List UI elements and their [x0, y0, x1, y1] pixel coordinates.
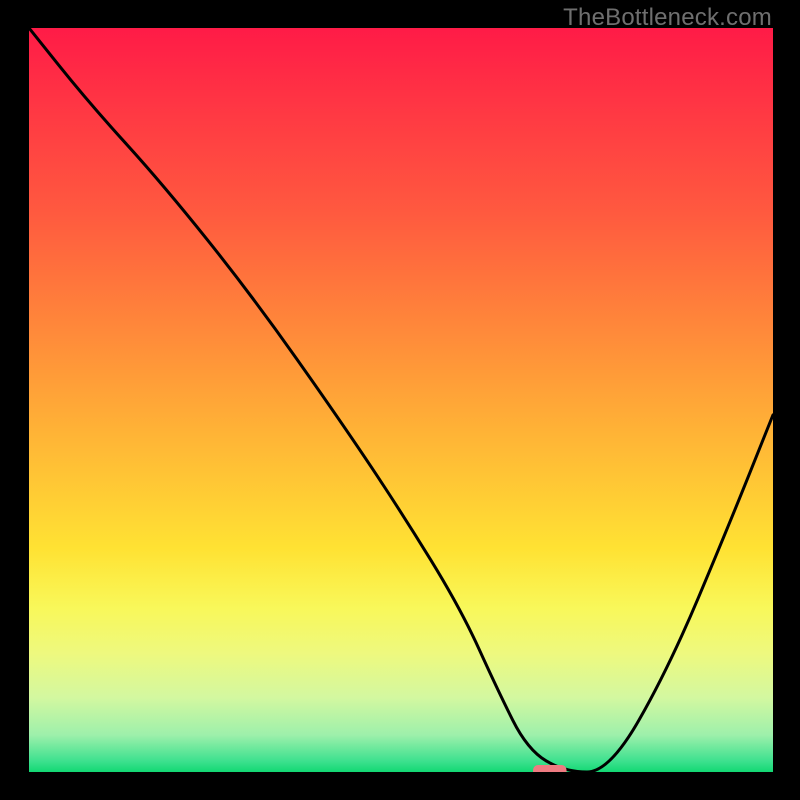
gradient-background — [29, 28, 773, 772]
outer-frame: TheBottleneck.com — [0, 0, 800, 800]
optimal-marker — [533, 765, 566, 772]
chart-plot-area — [29, 28, 773, 772]
chart-svg — [29, 28, 773, 772]
